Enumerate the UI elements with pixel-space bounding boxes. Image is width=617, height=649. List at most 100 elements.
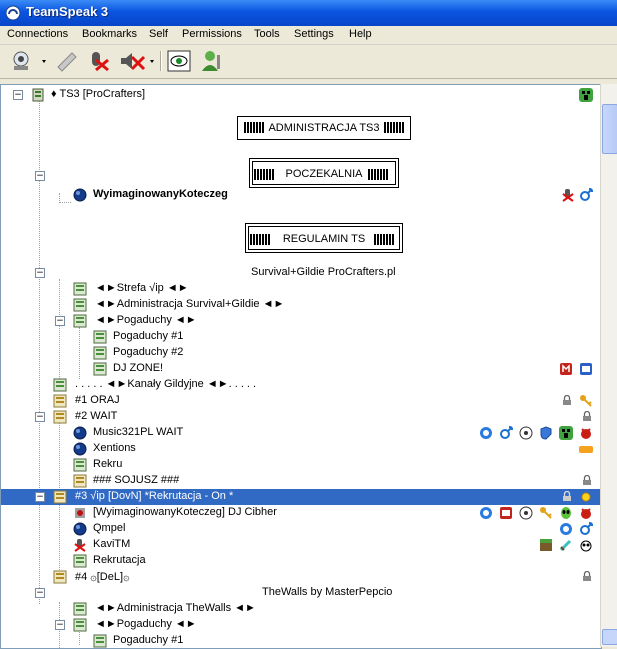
channel-icon xyxy=(73,298,87,312)
channel-name: . . . . . ◄►Kanały Gildyjne ◄►. . . . . xyxy=(75,378,257,390)
channel-row[interactable]: ### SOJUSZ ### xyxy=(1,473,601,489)
spacer-admin[interactable]: ADMINISTRACJA TS3 xyxy=(237,116,411,140)
spacer-rules[interactable]: REGULAMIN TS xyxy=(245,223,403,253)
channel-locked-icon xyxy=(53,490,67,504)
collapse-icon[interactable]: − xyxy=(55,620,65,630)
channel-locked-icon xyxy=(73,474,87,488)
menu-help[interactable]: Help xyxy=(349,28,372,40)
scroll-down-arrow-icon[interactable] xyxy=(602,629,617,645)
client-name: [WyimaginowanyKoteczeg] DJ Cibher xyxy=(93,506,277,518)
channel-row[interactable]: − TheWalls by MasterPepcio xyxy=(1,585,601,601)
client-name: WyimaginowanyKoteczeg xyxy=(93,188,228,200)
toolbar-separator xyxy=(160,51,162,71)
channel-name: ### SOJUSZ ### xyxy=(93,474,180,486)
client-row[interactable]: KaviTM xyxy=(1,537,601,553)
channel-icon xyxy=(53,378,67,392)
channel-row[interactable]: Pogaduchy #2 xyxy=(1,345,601,361)
creeper-icon xyxy=(559,426,573,440)
client-row[interactable]: WyimaginowanyKoteczeg xyxy=(1,187,601,203)
channel-icon xyxy=(73,282,87,296)
channel-name: #2 WAIT xyxy=(75,410,118,422)
channel-row[interactable]: DJ ZONE! xyxy=(1,361,601,377)
server-row[interactable]: − ♦ TS3 [ProCrafters] xyxy=(1,87,601,103)
devil-icon xyxy=(581,508,591,519)
identity-icon[interactable] xyxy=(200,49,226,73)
channel-name: #1 ORAJ xyxy=(75,394,120,406)
channel-row[interactable]: Pogaduchy #1 xyxy=(1,329,601,345)
collapse-icon[interactable]: − xyxy=(35,412,45,422)
menu-connections[interactable]: Connections xyxy=(7,28,68,40)
menu-settings[interactable]: Settings xyxy=(294,28,334,40)
menu-bookmarks[interactable]: Bookmarks xyxy=(82,28,137,40)
client-status-icon xyxy=(73,426,87,440)
client-name: Qmpel xyxy=(93,522,126,534)
server-name: ♦ TS3 [ProCrafters] xyxy=(51,88,146,100)
music-badge-icon xyxy=(560,363,572,375)
channel-row[interactable]: − #2 WAIT xyxy=(1,409,601,425)
channel-row[interactable]: − ◄►Pogaduchy ◄► xyxy=(1,617,601,633)
collapse-icon[interactable]: − xyxy=(35,268,45,278)
channel-row[interactable]: ◄►Strefa √ip ◄► xyxy=(1,281,601,297)
channel-name: Pogaduchy #1 xyxy=(113,330,184,342)
channel-name: ◄►Pogaduchy ◄► xyxy=(95,314,197,326)
client-row[interactable]: Xentions xyxy=(1,441,601,457)
vertical-scrollbar[interactable] xyxy=(600,84,617,647)
channel-icon xyxy=(73,554,87,568)
channel-row[interactable]: #4 ۞[DeL]۞ xyxy=(1,569,601,585)
collapse-icon[interactable]: − xyxy=(13,90,23,100)
collapse-icon[interactable]: − xyxy=(35,588,45,598)
menu-permissions[interactable]: Permissions xyxy=(182,28,242,40)
lock-icon xyxy=(583,475,591,485)
channel-row[interactable]: #1 ORAJ xyxy=(1,393,601,409)
collapse-icon[interactable]: − xyxy=(55,316,65,326)
lock-icon xyxy=(563,395,571,405)
channel-row[interactable]: Rekrutacja xyxy=(1,553,601,569)
menu-tools[interactable]: Tools xyxy=(254,28,280,40)
channel-row[interactable]: − Survival+Gildie ProCrafters.pl xyxy=(1,265,601,281)
channel-name: ◄►Strefa √ip ◄► xyxy=(95,282,189,294)
spacer-waiting[interactable]: POCZEKALNIA xyxy=(249,158,399,188)
spacer-decoration xyxy=(374,234,394,245)
collapse-icon[interactable]: − xyxy=(35,171,45,181)
channel-row-selected[interactable]: − #3 √ip [DovN] *Rekrutacja - On * xyxy=(1,489,601,505)
mute-microphone-icon[interactable] xyxy=(86,49,112,73)
server-icon xyxy=(32,88,44,102)
channel-name: Rekrutacja xyxy=(93,554,146,566)
new-badge-icon xyxy=(579,446,593,453)
client-status-icon xyxy=(73,522,87,536)
channel-name: Rekru xyxy=(93,458,123,470)
channel-name: #3 √ip [DovN] *Rekrutacja - On * xyxy=(75,490,234,502)
football-icon xyxy=(519,426,533,440)
window-title: TeamSpeak 3 xyxy=(26,4,109,19)
client-row[interactable]: Qmpel xyxy=(1,521,601,537)
channel-icon xyxy=(73,618,87,632)
client-row[interactable]: Music321PL WAIT xyxy=(1,425,601,441)
channel-row[interactable]: . . . . . ◄►Kanały Gildyjne ◄►. . . . . xyxy=(1,377,601,393)
channel-locked-icon xyxy=(53,410,67,424)
channel-row[interactable]: − ◄►Pogaduchy ◄► xyxy=(1,313,601,329)
ts-badge-icon xyxy=(560,523,572,535)
scrollbar-thumb[interactable] xyxy=(602,104,617,154)
channel-row[interactable]: ◄►Administracja TheWalls ◄► xyxy=(1,601,601,617)
gold-key-icon xyxy=(540,507,552,519)
channel-tree: − ♦ TS3 [ProCrafters] ADMINISTRACJA TS3 … xyxy=(0,84,602,649)
channel-name: Pogaduchy #1 xyxy=(113,634,184,646)
channel-name: ◄►Administracja TheWalls ◄► xyxy=(95,602,256,614)
male-icon xyxy=(580,188,593,201)
view-icon[interactable] xyxy=(166,49,192,73)
mute-speakers-icon[interactable] xyxy=(118,49,158,73)
channel-icon xyxy=(73,458,87,472)
sun-icon xyxy=(581,492,591,502)
disconnect-icon[interactable] xyxy=(54,49,80,73)
collapse-icon[interactable]: − xyxy=(35,492,45,502)
channel-row[interactable]: ◄►Administracja Survival+Gildie ◄► xyxy=(1,297,601,313)
client-row[interactable]: [WyimaginowanyKoteczeg] DJ Cibher xyxy=(1,505,601,521)
client-muted-icon xyxy=(74,539,86,552)
channel-locked-icon xyxy=(53,570,67,584)
channel-row[interactable]: Rekru xyxy=(1,457,601,473)
lock-icon xyxy=(583,571,591,581)
menu-self[interactable]: Self xyxy=(149,28,168,40)
football-icon xyxy=(519,506,533,520)
dj-badge-icon xyxy=(580,363,592,375)
connect-icon[interactable] xyxy=(10,49,50,73)
